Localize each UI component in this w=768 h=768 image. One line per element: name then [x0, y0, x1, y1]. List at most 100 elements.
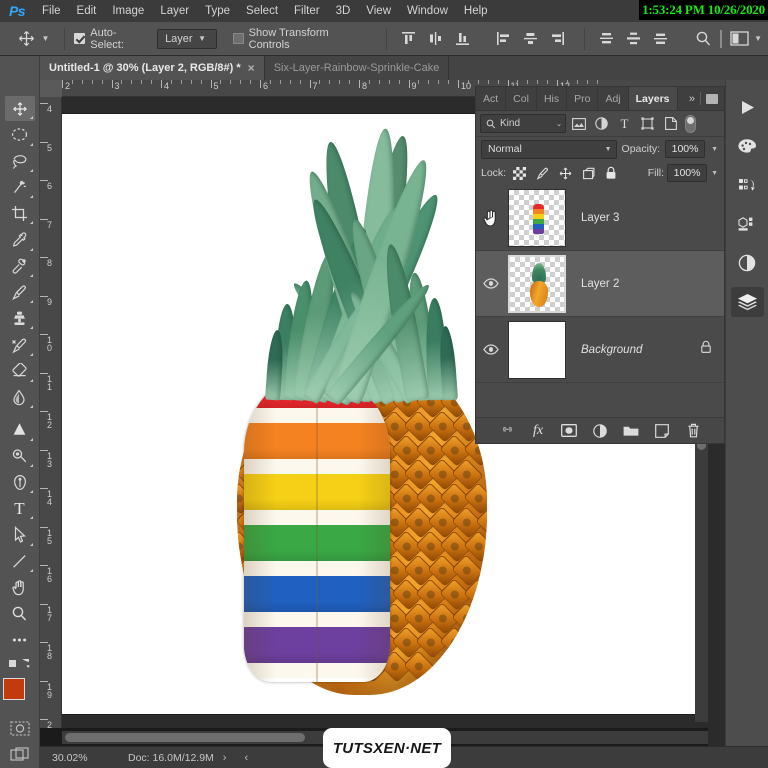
- align-vertical-centers-icon[interactable]: [423, 27, 448, 51]
- document-tab-untitled-1[interactable]: Untitled-1 @ 30% (Layer 2, RGB/8#) * ×: [40, 56, 265, 80]
- zoom-level[interactable]: 30.02%: [40, 752, 118, 764]
- delete-layer-icon[interactable]: [685, 422, 702, 439]
- hand-tool[interactable]: [5, 575, 35, 600]
- magic-wand-tool[interactable]: [5, 175, 35, 200]
- document-tab-rainbow-cake[interactable]: Six-Layer-Rainbow-Sprinkle-Cake: [264, 56, 450, 80]
- filter-smart-object-icon[interactable]: [660, 114, 681, 134]
- edit-toolbar[interactable]: [5, 654, 35, 673]
- filter-pixel-icon[interactable]: [568, 114, 589, 134]
- fill-chevron-icon[interactable]: ▼: [710, 170, 719, 177]
- type-tool[interactable]: T: [5, 496, 35, 521]
- filter-shape-icon[interactable]: [637, 114, 658, 134]
- quick-mask-icon[interactable]: [5, 715, 35, 740]
- layer-visibility-toggle[interactable]: [476, 317, 506, 382]
- layer-thumbnail[interactable]: [508, 254, 566, 313]
- menu-item-window[interactable]: Window: [399, 0, 456, 22]
- menu-item-help[interactable]: Help: [456, 0, 496, 22]
- timeline-play-icon[interactable]: [731, 92, 764, 122]
- layer-thumbnail[interactable]: [508, 188, 566, 247]
- search-icon[interactable]: [691, 27, 716, 51]
- status-collapse-icon[interactable]: ‹: [235, 752, 257, 764]
- more-tools[interactable]: [5, 627, 35, 652]
- lock-artboard-nesting-icon[interactable]: [578, 164, 598, 182]
- history-icon[interactable]: [731, 170, 764, 200]
- eraser-tool[interactable]: [5, 359, 35, 384]
- align-bottom-edges-icon[interactable]: [450, 27, 475, 51]
- checkbox-box[interactable]: [232, 33, 244, 44]
- lock-position-icon[interactable]: [555, 164, 575, 182]
- color-palette-icon[interactable]: [731, 131, 764, 161]
- menu-item-filter[interactable]: Filter: [286, 0, 328, 22]
- clone-stamp-tool[interactable]: [5, 306, 35, 331]
- panel-tab-adj[interactable]: Adj: [598, 87, 629, 110]
- panel-tab-pro[interactable]: Pro: [567, 87, 599, 110]
- properties-icon[interactable]: [731, 209, 764, 239]
- new-adjustment-layer-icon[interactable]: [592, 422, 609, 439]
- lock-image-pixels-icon[interactable]: [532, 164, 552, 182]
- screen-mode-icon[interactable]: [5, 742, 35, 767]
- layer-row[interactable]: Background: [476, 317, 724, 383]
- layer-visibility-toggle[interactable]: [476, 251, 506, 316]
- opacity-input[interactable]: 100%: [665, 140, 706, 158]
- fill-input[interactable]: 100%: [667, 164, 708, 182]
- expand-panels-icon[interactable]: »: [689, 93, 695, 105]
- menu-item-edit[interactable]: Edit: [69, 0, 105, 22]
- menu-item-select[interactable]: Select: [238, 0, 286, 22]
- layer-style-fx-icon[interactable]: fx: [530, 422, 547, 439]
- foreground-color-swatch[interactable]: [2, 677, 25, 700]
- link-layers-icon[interactable]: [499, 422, 516, 439]
- opacity-chevron-icon[interactable]: ▼: [710, 146, 719, 153]
- crop-tool[interactable]: [5, 201, 35, 226]
- pen-tool[interactable]: [5, 470, 35, 495]
- path-selection-tool[interactable]: [5, 522, 35, 547]
- lock-all-icon[interactable]: [601, 164, 621, 182]
- layer-thumbnail[interactable]: [508, 320, 566, 379]
- show-transform-controls-checkbox[interactable]: Show Transform Controls: [232, 27, 371, 51]
- chevron-down-icon[interactable]: ▼: [754, 34, 762, 43]
- layer-name[interactable]: Layer 2: [581, 278, 619, 290]
- blend-mode-dropdown[interactable]: Normal ▼: [481, 139, 617, 159]
- new-group-icon[interactable]: [623, 422, 640, 439]
- layer-name[interactable]: Layer 3: [581, 212, 619, 224]
- marquee-tool[interactable]: [5, 122, 35, 147]
- layer-row[interactable]: Layer 2: [476, 251, 724, 317]
- distribute-top-edges-icon[interactable]: [594, 27, 619, 51]
- distribute-bottom-edges-icon[interactable]: [648, 27, 673, 51]
- menu-item-file[interactable]: File: [34, 0, 69, 22]
- arrange-documents-icon[interactable]: [728, 27, 753, 51]
- tool-preset-chevron-icon[interactable]: ▼: [42, 34, 50, 43]
- distribute-vertical-centers-icon[interactable]: [621, 27, 646, 51]
- adjustments-icon[interactable]: [731, 248, 764, 278]
- brush-tool[interactable]: [5, 280, 35, 305]
- dodge-tool[interactable]: [5, 444, 35, 469]
- menu-item-3d[interactable]: 3D: [328, 0, 359, 22]
- color-swatches[interactable]: [2, 677, 37, 712]
- zoom-tool[interactable]: [5, 601, 35, 626]
- scrollbar-thumb[interactable]: [65, 733, 305, 742]
- align-left-edges-icon[interactable]: [491, 27, 516, 51]
- move-tool[interactable]: [4, 96, 35, 122]
- filter-adjustment-icon[interactable]: [591, 114, 612, 134]
- close-icon[interactable]: ×: [248, 62, 255, 74]
- auto-select-checkbox[interactable]: Auto-Select:: [74, 27, 149, 51]
- layer-visibility-toggle[interactable]: [476, 185, 506, 250]
- checkbox-box[interactable]: [74, 33, 86, 44]
- panel-tab-his[interactable]: His: [537, 87, 568, 110]
- add-layer-mask-icon[interactable]: [561, 422, 578, 439]
- menu-item-image[interactable]: Image: [104, 0, 152, 22]
- panel-tab-act[interactable]: Act: [476, 87, 507, 110]
- panel-tab-layers[interactable]: Layers: [628, 87, 678, 110]
- align-horizontal-centers-icon[interactable]: [518, 27, 543, 51]
- menu-item-type[interactable]: Type: [197, 0, 238, 22]
- auto-select-scope-dropdown[interactable]: Layer ▼: [157, 28, 218, 49]
- move-tool-icon[interactable]: [14, 26, 40, 52]
- new-layer-icon[interactable]: [654, 422, 671, 439]
- panel-tab-col[interactable]: Col: [506, 87, 537, 110]
- lasso-tool[interactable]: [5, 149, 35, 174]
- eyedropper-tool[interactable]: [5, 227, 35, 252]
- layer-row[interactable]: Layer 3: [476, 185, 724, 251]
- history-brush-tool[interactable]: [5, 332, 35, 357]
- layers-icon[interactable]: [730, 287, 764, 317]
- filter-type-icon[interactable]: T: [614, 114, 635, 134]
- menu-item-view[interactable]: View: [358, 0, 399, 22]
